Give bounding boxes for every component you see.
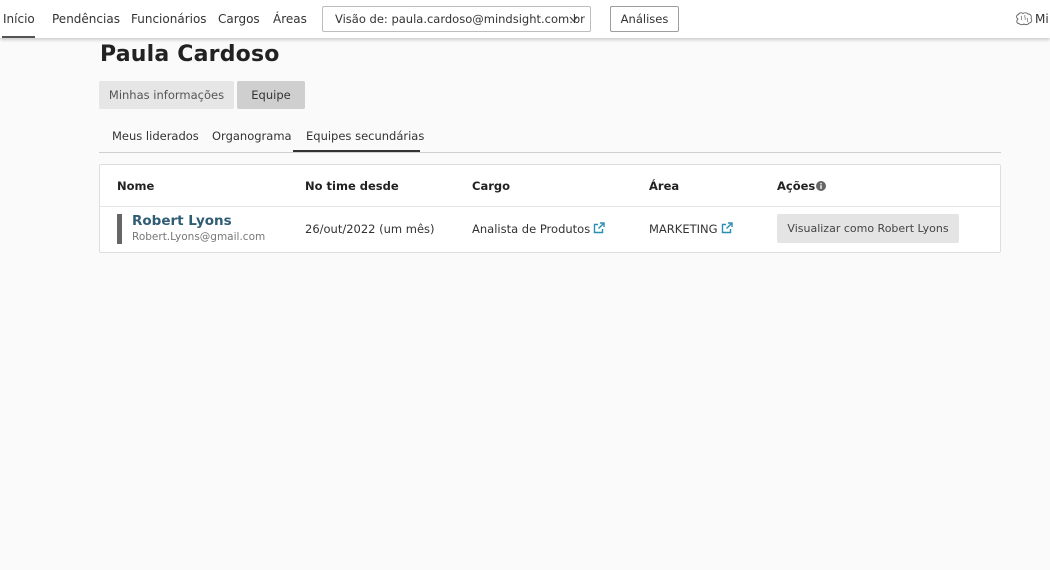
cell-cargo: Analista de Produtos bbox=[472, 222, 605, 236]
header-acoes-label: Ações bbox=[777, 179, 816, 193]
info-icon[interactable] bbox=[816, 181, 827, 191]
logo-text: Mi bbox=[1035, 12, 1049, 26]
header-acoes: Ações bbox=[777, 179, 827, 193]
segment-equipe[interactable]: Equipe bbox=[237, 81, 305, 109]
analises-button[interactable]: Análises bbox=[610, 6, 679, 32]
nav-inicio[interactable]: Início bbox=[3, 0, 35, 38]
subtab-bar: Meus liderados Organograma Equipes secun… bbox=[99, 124, 1001, 153]
subtab-meus-liderados[interactable]: Meus liderados bbox=[112, 124, 199, 152]
external-link-icon[interactable] bbox=[721, 222, 733, 234]
header-nome: Nome bbox=[117, 179, 155, 193]
nav-areas[interactable]: Áreas bbox=[273, 0, 307, 38]
nav-pendencias[interactable]: Pendências bbox=[52, 0, 120, 38]
segment-minhas-informacoes[interactable]: Minhas informações bbox=[99, 81, 234, 109]
view-as-button[interactable]: Visualizar como Robert Lyons bbox=[777, 214, 959, 243]
header-no-time-desde: No time desde bbox=[305, 179, 399, 193]
person-email: Robert.Lyons@gmail.com bbox=[132, 231, 266, 243]
team-table: Nome No time desde Cargo Área Ações Robe… bbox=[99, 164, 1001, 253]
nav-cargos[interactable]: Cargos bbox=[218, 0, 260, 38]
row-divider bbox=[100, 206, 1000, 207]
cargo-label: Analista de Produtos bbox=[472, 222, 591, 236]
header-cargo: Cargo bbox=[472, 179, 511, 193]
vision-select[interactable]: Visão de: paula.cardoso@mindsight.com.br bbox=[322, 6, 591, 32]
area-label: MARKETING bbox=[649, 222, 718, 236]
chevron-down-icon bbox=[569, 7, 578, 41]
logo[interactable]: Mi bbox=[1015, 10, 1049, 28]
brain-logo-icon bbox=[1016, 12, 1033, 26]
top-navigation-bar: Início Pendências Funcionários Cargos Ár… bbox=[0, 0, 1050, 38]
person-name-link[interactable]: Robert Lyons bbox=[132, 213, 232, 229]
external-link-icon[interactable] bbox=[593, 222, 605, 234]
cell-since: 26/out/2022 (um mês) bbox=[305, 222, 435, 236]
nav-active-indicator bbox=[2, 36, 35, 38]
header-area: Área bbox=[649, 179, 680, 193]
page-title: Paula Cardoso bbox=[100, 42, 280, 67]
cell-area: MARKETING bbox=[649, 222, 733, 236]
vision-select-label: Visão de: paula.cardoso@mindsight.com.br bbox=[335, 12, 585, 26]
row-indicator-bar bbox=[117, 214, 122, 244]
subtab-organograma[interactable]: Organograma bbox=[212, 124, 292, 152]
nav-funcionarios[interactable]: Funcionários bbox=[131, 0, 207, 38]
subtab-equipes-secundarias[interactable]: Equipes secundárias bbox=[293, 124, 424, 152]
